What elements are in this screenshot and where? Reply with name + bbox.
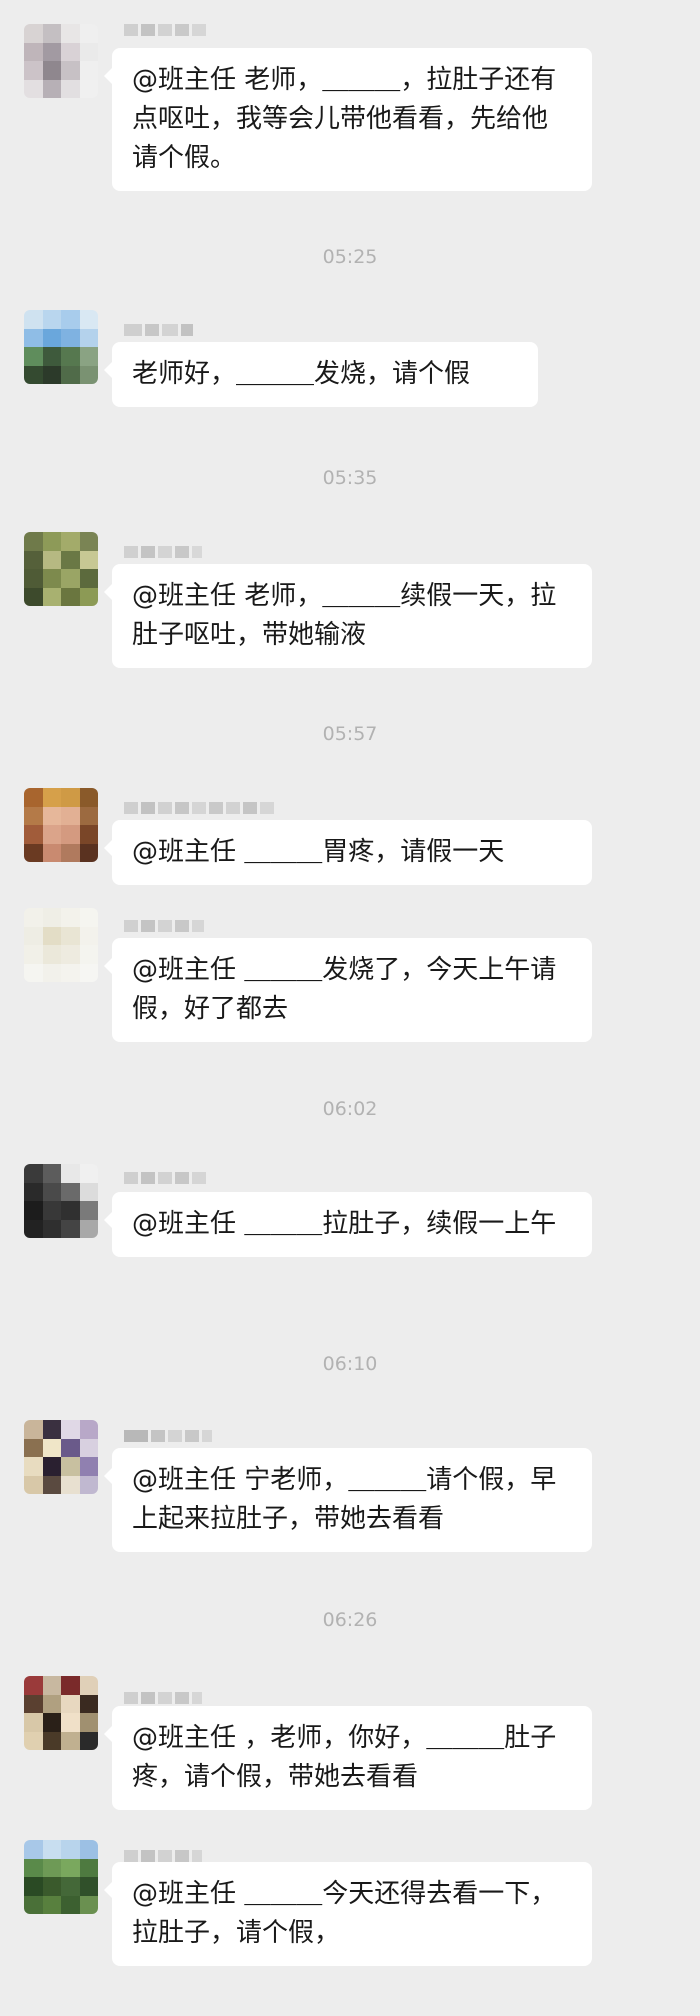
sender-name-mosaic — [124, 1690, 202, 1706]
timestamp: 06:02 — [322, 1098, 378, 1120]
message-bubble[interactable]: @班主任 ＿＿＿胃疼，请假一天 — [104, 820, 592, 885]
message-bubble[interactable]: @班主任 ＿＿＿发烧了，今天上午请假，好了都去 — [104, 938, 592, 1042]
sender-name-mosaic — [124, 918, 204, 934]
sender-name-mosaic — [124, 800, 274, 816]
avatar[interactable] — [24, 908, 98, 982]
message-text: @班主任 老师，＿＿＿续假一天，拉肚子呕吐，带她输液 — [132, 581, 557, 650]
message-text: @班主任 ＿＿＿胃疼，请假一天 — [132, 837, 505, 867]
chat-message-list[interactable]: @班主任 老师，＿＿＿，拉肚子还有点呕吐，我等会儿带他看看，先给他请个假。 05… — [0, 0, 700, 2016]
message-bubble[interactable]: @班主任 老师，＿＿＿续假一天，拉肚子呕吐，带她输液 — [104, 564, 592, 668]
timestamp: 05:35 — [322, 467, 378, 489]
message-text: @班主任 ，老师，你好，＿＿＿肚子疼，请个假，带她去看看 — [132, 1723, 557, 1792]
message-bubble[interactable]: @班主任 宁老师，＿＿＿请个假，早上起来拉肚子，带她去看看 — [104, 1448, 592, 1552]
timestamp: 05:25 — [322, 246, 378, 268]
avatar[interactable] — [24, 1164, 98, 1238]
avatar[interactable] — [24, 24, 98, 98]
message-bubble[interactable]: @班主任 ＿＿＿今天还得去看一下，拉肚子，请个假， — [104, 1862, 592, 1966]
avatar[interactable] — [24, 532, 98, 606]
timestamp: 05:57 — [322, 723, 378, 745]
avatar[interactable] — [24, 1840, 98, 1914]
sender-name-mosaic — [124, 22, 206, 38]
sender-name-mosaic — [124, 1170, 206, 1186]
message-text: @班主任 ＿＿＿发烧了，今天上午请假，好了都去 — [132, 955, 557, 1024]
sender-name-mosaic — [124, 1428, 212, 1444]
message-text: @班主任 ＿＿＿今天还得去看一下，拉肚子，请个假， — [132, 1879, 557, 1948]
sender-name-mosaic — [124, 322, 193, 338]
sender-name-mosaic — [124, 544, 202, 560]
avatar[interactable] — [24, 1676, 98, 1750]
message-text: @班主任 老师，＿＿＿，拉肚子还有点呕吐，我等会儿带他看看，先给他请个假。 — [132, 65, 557, 173]
timestamp: 06:26 — [322, 1609, 378, 1631]
message-text: 老师好，＿＿＿发烧，请个假 — [132, 359, 471, 389]
message-bubble[interactable]: @班主任 ，老师，你好，＿＿＿肚子疼，请个假，带她去看看 — [104, 1706, 592, 1810]
message-text: @班主任 ＿＿＿拉肚子，续假一上午 — [132, 1209, 557, 1239]
message-bubble[interactable]: @班主任 老师，＿＿＿，拉肚子还有点呕吐，我等会儿带他看看，先给他请个假。 — [104, 48, 592, 191]
message-bubble[interactable]: @班主任 ＿＿＿拉肚子，续假一上午 — [104, 1192, 592, 1257]
timestamp: 06:10 — [322, 1353, 378, 1375]
avatar[interactable] — [24, 310, 98, 384]
avatar[interactable] — [24, 1420, 98, 1494]
avatar[interactable] — [24, 788, 98, 862]
message-text: @班主任 宁老师，＿＿＿请个假，早上起来拉肚子，带她去看看 — [132, 1465, 557, 1534]
message-bubble[interactable]: 老师好，＿＿＿发烧，请个假 — [104, 342, 538, 407]
